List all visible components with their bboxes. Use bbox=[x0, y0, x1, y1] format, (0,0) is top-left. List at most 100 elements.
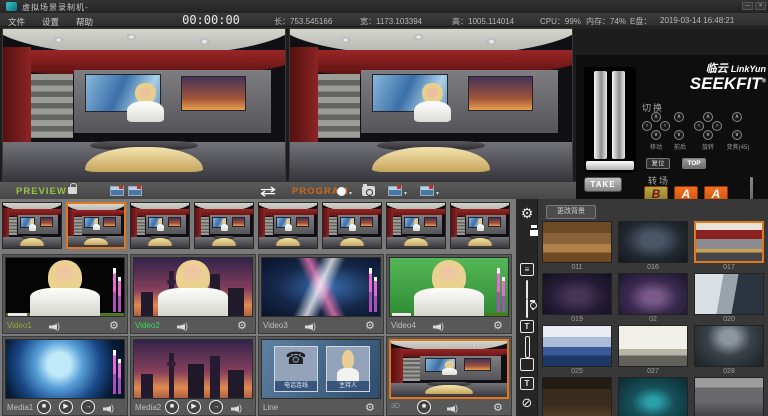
record-caret-icon[interactable]: ▾ bbox=[349, 190, 352, 197]
rotate-left-button[interactable]: ‹ bbox=[694, 121, 704, 131]
scene-thumb-028[interactable] bbox=[694, 325, 764, 367]
settings-gear-icon[interactable]: ⚙ bbox=[519, 205, 535, 221]
menu-item-help[interactable]: 帮助 bbox=[76, 16, 93, 28]
speaker-icon[interactable] bbox=[231, 404, 243, 414]
stop-button[interactable]: ■ bbox=[37, 400, 51, 414]
host-line-card[interactable]: 主持人 bbox=[326, 346, 370, 392]
media2-thumbnail[interactable] bbox=[133, 339, 253, 399]
video2-thumbnail[interactable] bbox=[133, 257, 253, 317]
move-down-button[interactable]: ∨ bbox=[651, 130, 661, 140]
scene3d-preview[interactable] bbox=[389, 339, 509, 399]
take-button[interactable]: TAKE bbox=[584, 177, 622, 192]
settings-gear-icon[interactable]: ⚙ bbox=[365, 321, 375, 332]
camera-angle-thumb-3[interactable] bbox=[130, 202, 190, 249]
minimize-button[interactable]: ─ bbox=[742, 2, 753, 10]
menu-item-settings[interactable]: 设置 bbox=[42, 16, 59, 28]
phone-line-card[interactable]: ☎ 电话连线 bbox=[274, 346, 318, 392]
menu-bar: 文件 设置 帮助 00:00:00 长：753.545166 宽：1173.10… bbox=[0, 13, 768, 27]
change-background-tab[interactable]: 更改背景 bbox=[546, 205, 596, 219]
video3-thumbnail[interactable] bbox=[261, 257, 381, 317]
play-button[interactable]: ▶ bbox=[187, 400, 201, 414]
rotate-down-button[interactable]: ∨ bbox=[703, 130, 713, 140]
snapshot-a-icon[interactable] bbox=[110, 186, 124, 196]
scene-thumb-027[interactable] bbox=[618, 325, 688, 367]
speaker-icon[interactable] bbox=[49, 322, 61, 332]
speaker-icon[interactable] bbox=[447, 404, 459, 414]
frame-icon[interactable] bbox=[519, 357, 535, 373]
reset-button[interactable]: 复位 bbox=[646, 158, 670, 169]
speaker-icon[interactable] bbox=[103, 404, 115, 414]
video1-thumbnail[interactable] bbox=[5, 257, 125, 317]
swap-preview-program-button[interactable]: ⇄ bbox=[246, 182, 291, 200]
scene-thumb-016[interactable] bbox=[618, 221, 688, 263]
folder-button[interactable]: ■ bbox=[417, 400, 431, 414]
audio-meter bbox=[113, 268, 121, 312]
scene-thumb-019[interactable] bbox=[542, 273, 612, 315]
camera-angle-thumb-4[interactable] bbox=[194, 202, 254, 249]
next-button[interactable]: → bbox=[81, 400, 95, 414]
camera-angle-thumb-7[interactable] bbox=[386, 202, 446, 249]
speaker-icon[interactable] bbox=[305, 322, 317, 332]
export-image-button[interactable] bbox=[388, 186, 402, 196]
play-button[interactable]: ▶ bbox=[59, 400, 73, 414]
t-bar-fader[interactable] bbox=[584, 67, 636, 173]
top-button[interactable]: TOP bbox=[682, 158, 706, 169]
video4-label: Video4 bbox=[391, 321, 416, 330]
settings-gear-icon[interactable]: ⚙ bbox=[493, 321, 503, 332]
layers-icon[interactable] bbox=[519, 338, 535, 354]
settings-gear-icon[interactable]: ⚙ bbox=[365, 403, 375, 414]
scene-thumb-partial-1[interactable] bbox=[542, 377, 612, 416]
disable-icon[interactable]: ⊘ bbox=[519, 395, 535, 411]
save-icon[interactable] bbox=[519, 224, 535, 240]
scene-thumb-partial-2[interactable] bbox=[618, 377, 688, 416]
camera-angle-thumb-6[interactable] bbox=[322, 202, 382, 249]
speaker-icon[interactable] bbox=[177, 322, 189, 332]
move-up-button[interactable]: ∧ bbox=[651, 112, 661, 122]
speaker-icon[interactable] bbox=[433, 322, 445, 332]
settings-gear-icon[interactable]: ⚙ bbox=[109, 321, 119, 332]
overlay-image-button[interactable] bbox=[420, 186, 434, 196]
overlay-caret-icon[interactable]: ▾ bbox=[436, 190, 439, 197]
t-bar-handle-right[interactable] bbox=[612, 71, 625, 159]
subtitle-tool-icon[interactable]: T bbox=[519, 376, 535, 392]
record-button[interactable] bbox=[337, 187, 346, 196]
export-caret-icon[interactable]: ▾ bbox=[404, 190, 407, 197]
scene-thumb-020[interactable] bbox=[694, 273, 764, 315]
lock-icon[interactable] bbox=[68, 187, 77, 194]
monitor-icon[interactable] bbox=[519, 281, 535, 297]
rotate-right-button[interactable]: › bbox=[712, 121, 722, 131]
scene-thumb-017-selected[interactable] bbox=[694, 221, 764, 263]
stop-button[interactable]: ■ bbox=[165, 400, 179, 414]
layout-grid-icon[interactable] bbox=[519, 243, 535, 259]
rotate-up-button[interactable]: ∧ bbox=[703, 112, 713, 122]
text-tool-icon[interactable]: T bbox=[519, 319, 535, 335]
close-button[interactable]: × bbox=[755, 2, 766, 10]
snapshot-b-icon[interactable] bbox=[128, 186, 142, 196]
camera-angle-thumb-2-selected[interactable] bbox=[66, 202, 126, 249]
scene-thumb-partial-3[interactable] bbox=[694, 377, 764, 416]
scene-thumb-011[interactable] bbox=[542, 221, 612, 263]
camera-angle-thumb-8[interactable] bbox=[450, 202, 510, 249]
program-monitor[interactable] bbox=[289, 28, 573, 181]
preview-monitor[interactable] bbox=[2, 28, 286, 181]
scene-thumb-025[interactable] bbox=[542, 325, 612, 367]
t-bar-handle-left[interactable] bbox=[594, 71, 607, 159]
video4-thumbnail[interactable] bbox=[389, 257, 509, 317]
depth-forward-button[interactable]: ∧ bbox=[674, 112, 684, 122]
camera-angle-thumb-1[interactable] bbox=[2, 202, 62, 249]
move-right-button[interactable]: › bbox=[660, 121, 670, 131]
media1-thumbnail[interactable] bbox=[5, 339, 125, 399]
settings-gear-icon[interactable]: ⚙ bbox=[237, 321, 247, 332]
menu-item-file[interactable]: 文件 bbox=[8, 16, 25, 28]
next-button[interactable]: → bbox=[209, 400, 223, 414]
scene-thumb-02[interactable] bbox=[618, 273, 688, 315]
zoom-out-button[interactable]: ∨ bbox=[732, 130, 742, 140]
playlist-icon[interactable]: ≡ bbox=[519, 262, 535, 278]
light-bulb-icon[interactable] bbox=[519, 300, 535, 316]
zoom-in-button[interactable]: ∧ bbox=[732, 112, 742, 122]
camera-angle-thumb-5[interactable] bbox=[258, 202, 318, 249]
depth-back-button[interactable]: ∨ bbox=[674, 130, 684, 140]
settings-gear-icon[interactable]: ⚙ bbox=[493, 403, 503, 414]
move-left-button[interactable]: ‹ bbox=[642, 121, 652, 131]
screenshot-camera-button[interactable] bbox=[362, 186, 375, 196]
